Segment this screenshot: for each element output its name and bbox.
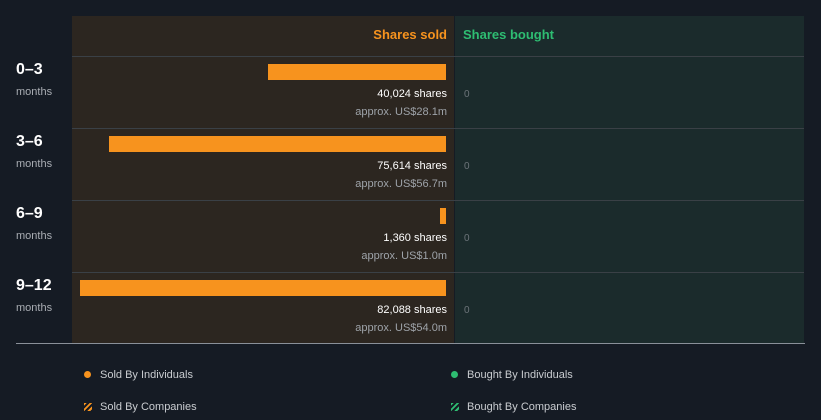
shares-bought-label: 0 bbox=[464, 233, 470, 244]
row-separator bbox=[72, 200, 804, 201]
shares-bought-label: 0 bbox=[464, 89, 470, 100]
legend-dot-icon bbox=[451, 371, 458, 378]
row-separator bbox=[72, 128, 804, 129]
shares-bought-label: 0 bbox=[464, 161, 470, 172]
period-unit-label: months bbox=[16, 158, 53, 170]
period-unit-label: months bbox=[16, 230, 53, 242]
value-approx-label: approx. US$56.7m bbox=[355, 178, 447, 190]
shares-sold-label: 75,614 shares bbox=[377, 160, 447, 172]
value-approx-label: approx. US$54.0m bbox=[355, 322, 447, 334]
sold-bar bbox=[80, 280, 446, 296]
row-separator bbox=[72, 56, 804, 57]
legend-hatch-icon bbox=[84, 403, 92, 411]
period-label: 0–3 bbox=[16, 61, 43, 78]
shares-bought-header: Shares bought bbox=[463, 27, 555, 42]
sold-bar bbox=[268, 64, 446, 80]
legend-item: Sold By Individuals bbox=[84, 369, 193, 381]
value-approx-label: approx. US$1.0m bbox=[361, 250, 447, 262]
sold-bar bbox=[109, 136, 446, 152]
chart-baseline bbox=[16, 343, 805, 344]
insider-trading-chart: Shares sold Shares bought 0–3 months 40,02… bbox=[0, 0, 821, 420]
shares-sold-label: 40,024 shares bbox=[377, 88, 447, 100]
period-unit-label: months bbox=[16, 86, 53, 98]
legend-item: Bought By Individuals bbox=[451, 369, 573, 381]
period-label: 6–9 bbox=[16, 205, 43, 222]
legend-hatch-icon bbox=[451, 403, 459, 411]
shares-sold-label: 1,360 shares bbox=[383, 232, 447, 244]
period-label: 3–6 bbox=[16, 133, 43, 150]
shares-bought-column bbox=[455, 16, 804, 343]
legend-label: Sold By Companies bbox=[100, 401, 197, 413]
value-approx-label: approx. US$28.1m bbox=[355, 106, 447, 118]
period-label: 9–12 bbox=[16, 277, 52, 294]
legend-dot-icon bbox=[84, 371, 91, 378]
row-separator bbox=[72, 272, 804, 273]
period-unit-label: months bbox=[16, 302, 53, 314]
sold-bar bbox=[440, 208, 446, 224]
shares-sold-label: 82,088 shares bbox=[377, 304, 447, 316]
shares-bought-label: 0 bbox=[464, 305, 470, 316]
shares-sold-header: Shares sold bbox=[373, 27, 447, 42]
legend-label: Bought By Companies bbox=[467, 401, 577, 413]
legend-label: Sold By Individuals bbox=[100, 369, 193, 381]
legend-item: Sold By Companies bbox=[84, 401, 197, 413]
legend-label: Bought By Individuals bbox=[467, 369, 573, 381]
legend-item: Bought By Companies bbox=[451, 401, 576, 413]
